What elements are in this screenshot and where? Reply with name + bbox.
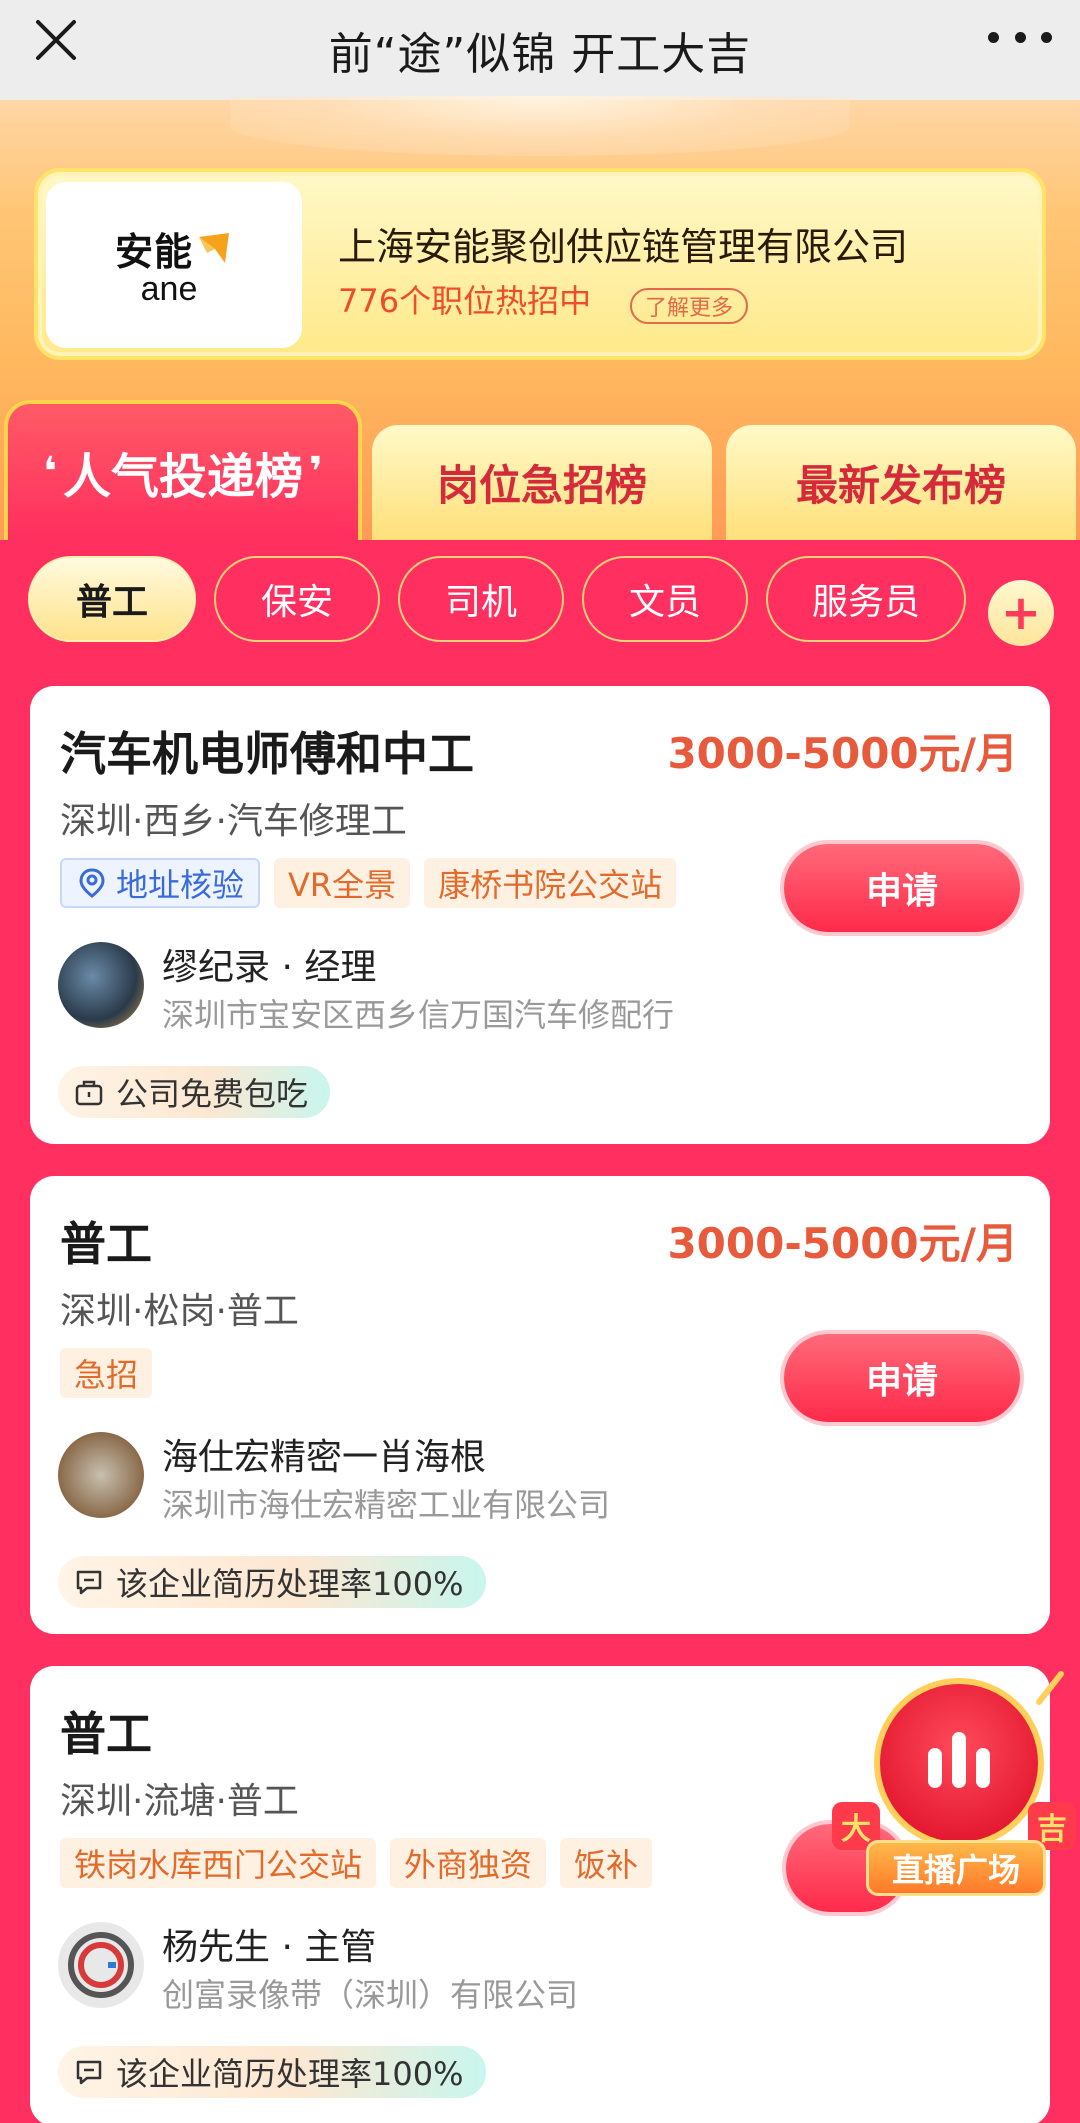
recruiter-company: 深圳市宝安区西乡信万国汽车修配行 xyxy=(162,996,675,1034)
job-tags: 急招 xyxy=(60,1348,153,1398)
filter-chip-waiter[interactable]: 服务员 xyxy=(766,556,966,642)
tab-label: 岗位急招榜 xyxy=(436,461,647,510)
perk-badge: 该企业简历处理率100% xyxy=(58,1556,486,1608)
logo-text-cn: 安能 xyxy=(114,230,193,274)
banner-decoration xyxy=(230,96,850,156)
live-plaza-label: 直播广场 xyxy=(866,1840,1046,1896)
filter-chip-clerk[interactable]: 文员 xyxy=(582,556,748,642)
sparkle-left-icon: ❛ xyxy=(43,449,57,495)
job-tags: 地址核验 VR全景 康桥书院公交站 xyxy=(60,858,677,908)
job-salary: 3000-5000元/月 xyxy=(667,1219,1018,1268)
perk-text: 公司免费包吃 xyxy=(116,1075,309,1113)
logo-text-en: ane xyxy=(140,270,198,308)
tab-newest-ranking[interactable]: 最新发布榜 xyxy=(726,425,1076,540)
job-title: 普工 xyxy=(60,1217,152,1271)
avatar xyxy=(58,1922,144,2008)
close-icon[interactable] xyxy=(30,14,82,66)
message-icon xyxy=(76,1570,102,1595)
tab-urgent-ranking[interactable]: 岗位急招榜 xyxy=(372,425,712,540)
job-location: 深圳·西乡·汽车修理工 xyxy=(60,801,407,842)
job-location: 深圳·流塘·普工 xyxy=(60,1781,299,1822)
audio-bars-icon xyxy=(928,1732,990,1788)
company-jobs-count: 776个职位热招中 xyxy=(338,282,592,320)
tab-label: 最新发布榜 xyxy=(795,461,1006,510)
job-tags: 铁岗水库西门公交站 外商独资 饭补 xyxy=(60,1838,653,1888)
perk-badge: 公司免费包吃 xyxy=(58,1066,331,1118)
job-category-filters: 普工 保安 司机 文员 服务员 + xyxy=(0,556,1080,646)
more-icon[interactable] xyxy=(988,22,1052,52)
recruiter-name: 海仕宏精密一肖海根 xyxy=(162,1437,487,1478)
job-title: 汽车机电师傅和中工 xyxy=(60,727,474,781)
lunchbox-icon xyxy=(75,1080,103,1106)
tag-address-verified: 地址核验 xyxy=(60,858,261,908)
tag-text: 地址核验 xyxy=(116,866,245,904)
tag-urgent: 急招 xyxy=(60,1348,153,1398)
tag-bus-stop: 铁岗水库西门公交站 xyxy=(60,1838,377,1888)
recruiter-company: 深圳市海仕宏精密工业有限公司 xyxy=(162,1486,611,1524)
logo-arrow-icon xyxy=(199,232,229,263)
page-title: 前“途”似锦 开工大吉 xyxy=(328,29,752,80)
tag-meal-allowance: 饭补 xyxy=(560,1838,653,1888)
sparkle-right-icon: ❜ xyxy=(309,449,323,495)
tag-bus-stop: 康桥书院公交站 xyxy=(424,858,677,908)
recruiter-name: 缪纪录 · 经理 xyxy=(162,947,377,988)
job-title: 普工 xyxy=(60,1707,152,1761)
job-salary: 3000-5000元/月 xyxy=(667,729,1018,778)
job-card[interactable]: 普工 3000-5000元/月 深圳·松岗·普工 急招 申请 海仕宏精密一肖海根… xyxy=(30,1176,1050,1634)
filter-chip-general-worker[interactable]: 普工 xyxy=(28,556,196,642)
filter-chip-security[interactable]: 保安 xyxy=(214,556,380,642)
sparkle-icon xyxy=(1036,1671,1064,1705)
perk-text: 该企业简历处理率100% xyxy=(116,1565,464,1603)
featured-company-card[interactable]: 安能 ane 上海安能聚创供应链管理有限公司 776个职位热招中 了解更多 xyxy=(34,168,1046,360)
message-icon xyxy=(76,2060,102,2085)
tag-vr: VR全景 xyxy=(274,858,411,908)
perk-badge: 该企业简历处理率100% xyxy=(58,2046,486,2098)
job-location: 深圳·松岗·普工 xyxy=(60,1291,299,1332)
recruiter-name: 杨先生 · 主管 xyxy=(162,1927,377,1968)
avatar xyxy=(58,942,144,1028)
company-name: 上海安能聚创供应链管理有限公司 xyxy=(338,225,909,269)
live-plaza-floating-button[interactable]: 大 吉 直播广场 xyxy=(828,1660,1080,1910)
apply-button[interactable]: 申请 xyxy=(784,1334,1020,1422)
tab-popular-ranking[interactable]: ❛ 人气投递榜 ❜ xyxy=(4,400,362,540)
add-filter-icon[interactable]: + xyxy=(988,580,1054,646)
tag-foreign-owned: 外商独资 xyxy=(390,1838,547,1888)
perk-text: 该企业简历处理率100% xyxy=(116,2055,464,2093)
job-card[interactable]: 汽车机电师傅和中工 3000-5000元/月 深圳·西乡·汽车修理工 地址核验 … xyxy=(30,686,1050,1144)
apply-button[interactable]: 申请 xyxy=(784,844,1020,932)
company-logo: 安能 ane xyxy=(46,182,302,348)
live-icon-circle xyxy=(874,1678,1044,1848)
tab-label: 人气投递榜 xyxy=(62,449,303,505)
avatar xyxy=(58,1432,144,1518)
filter-chip-driver[interactable]: 司机 xyxy=(398,556,564,642)
recruiter-company: 创富录像带（深圳）有限公司 xyxy=(162,1976,579,2014)
learn-more-button[interactable]: 了解更多 xyxy=(630,288,748,324)
location-verified-icon xyxy=(79,868,105,898)
top-navbar: 前“途”似锦 开工大吉 xyxy=(0,0,1080,100)
company-logo-icon xyxy=(68,1932,134,1998)
